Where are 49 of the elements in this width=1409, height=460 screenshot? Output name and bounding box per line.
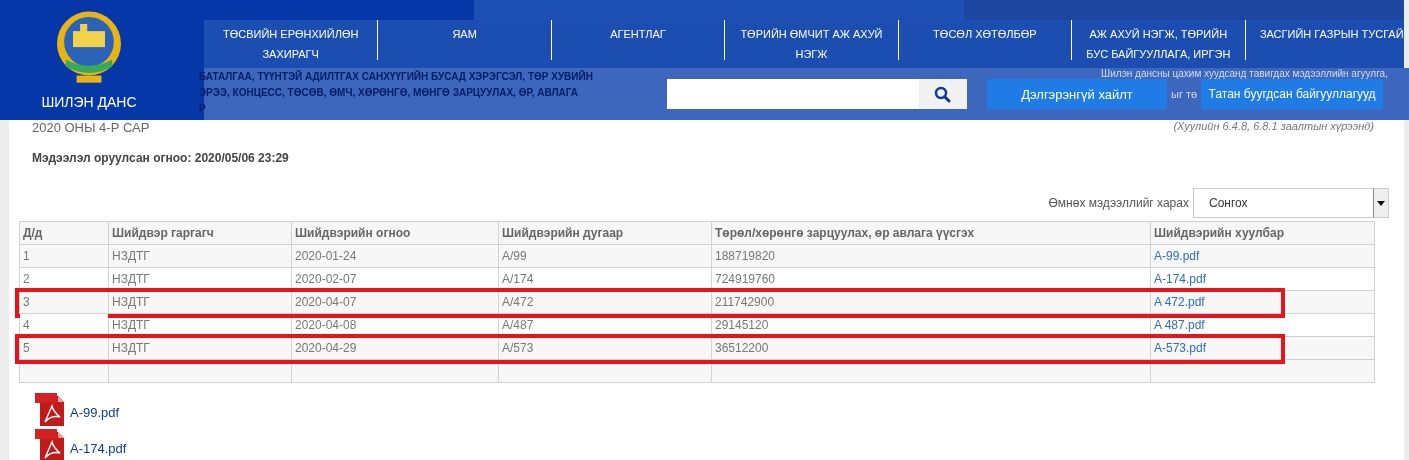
attachment-link[interactable]: A-99.pdf <box>69 405 120 420</box>
column-header: Д/д <box>19 221 109 245</box>
attachment-link[interactable]: A-174.pdf <box>69 441 127 456</box>
table-cell: А/99 <box>498 244 712 268</box>
table-cell: А/573 <box>498 336 712 360</box>
background-text: ыг тө <box>1170 88 1198 100</box>
search-button[interactable] <box>918 79 967 109</box>
page-title-line: Р <box>198 102 206 116</box>
history-select[interactable]: Сонгох <box>1192 188 1389 218</box>
table-cell: 211742900 <box>711 290 1151 314</box>
file-link[interactable]: A-174.pdf <box>1153 272 1206 286</box>
advanced-search-button[interactable]: Дэлгэрэнгүй хайлт <box>986 79 1167 109</box>
file-link[interactable]: A 472.pdf <box>1153 295 1205 309</box>
table-cell: 2020-04-29 <box>291 336 499 360</box>
table-cell: НЗДТГ <box>108 290 292 314</box>
dissolved-organizations-button[interactable]: Татан буугдсан байгууллагууд <box>1201 79 1384 109</box>
background-text: Шилэн дансны цахим хуудсанд тавигдах мэдээллийн агуулга, <box>1101 68 1388 79</box>
upload-date: Мэдээлэл оруулсан огноо: 2020/05/06 23:29 <box>31 151 290 165</box>
table-cell: 188719820 <box>711 244 1151 268</box>
law-reference: (Хуулийн 6.4.8, 6.8.1 заалтын хүрээнд) <box>1173 120 1374 132</box>
column-header: Шийдвэрийн огноо <box>291 221 499 245</box>
dropdown-icon <box>1376 200 1385 206</box>
file-link[interactable]: A-573.pdf <box>1153 341 1206 355</box>
table-cell: 36512200 <box>711 336 1151 360</box>
site-name[interactable]: ШИЛЭН ДАНС <box>41 94 137 110</box>
period-text: 2020 ОНЫ 4-Р САР <box>31 120 150 135</box>
page-title-line: БАТАЛГАА, ТҮҮНТЭЙ АДИЛТГАХ САНХҮҮГИЙН БУСАД ХЭРЭГСЭЛ, ТӨР ХУВИЙН <box>198 69 593 84</box>
page-title-line: ЭРЭЭ, КОНЦЕСС, ТӨСӨВ, ӨМЧ, ХӨРӨНГӨ, МӨНГӨ ЗАРЦУУЛАХ, ӨР, АВЛАГА <box>198 86 578 100</box>
table-cell: 2020-01-24 <box>291 244 499 268</box>
column-header: Шийдвэрийн дугаар <box>498 221 712 245</box>
column-header: Шийдвэрийн хуулбар <box>1150 221 1375 245</box>
table-cell: 1 <box>19 244 109 268</box>
file-link[interactable]: A 487.pdf <box>1153 318 1205 332</box>
nav-link[interactable]: АЖ АХУЙ НЭГЖ, ТӨРИЙН БУС БАЙГУУЛЛАГА, ИРГЭН <box>1071 20 1245 60</box>
search-icon <box>934 85 952 103</box>
nav-link[interactable]: ТӨСВИЙН ЕРӨНХИЙЛӨН ЗАХИРАГЧ <box>203 20 378 60</box>
column-header: Шийдвэр гаргагч <box>108 221 292 245</box>
file-link[interactable]: A-99.pdf <box>1153 249 1200 263</box>
nav-link[interactable]: АГЕНТЛАГ <box>550 20 725 60</box>
history-label: Өмнөх мэдээллийг харах <box>1048 196 1189 210</box>
table-cell: НЗДТГ <box>108 336 292 360</box>
table-cell: 2020-04-07 <box>291 290 499 314</box>
nav-link[interactable]: ЯАМ <box>377 20 551 60</box>
table-cell: А/472 <box>498 290 712 314</box>
nav-link[interactable]: ТӨРИЙН ӨМЧИТ АЖ АХУЙ НЭГЖ <box>724 20 898 60</box>
table-cell: НЗДТГ <box>108 244 292 268</box>
column-header: Төрөл/хөрөнгө зарцуулах, өр авлага үүсгэх <box>711 221 1151 245</box>
pdf-file-icon <box>33 393 66 426</box>
nav-link[interactable]: ТӨСӨЛ ХӨТӨЛБӨР <box>897 20 1072 60</box>
